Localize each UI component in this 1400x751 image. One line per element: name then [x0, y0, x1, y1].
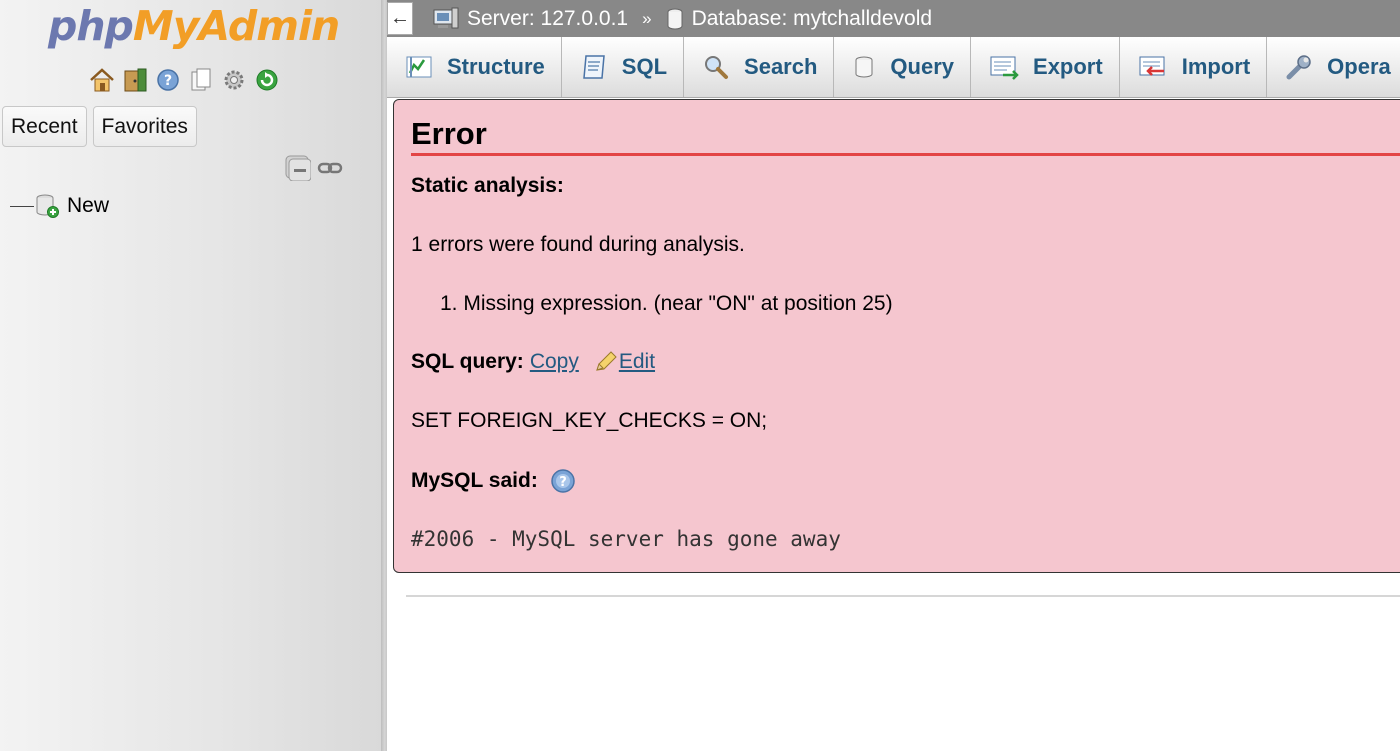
svg-text:?: ?: [559, 475, 567, 490]
tree-item-new-label: New: [67, 194, 110, 217]
sql-query-row: SQL query: Copy Edit: [411, 350, 655, 374]
export-icon: [990, 56, 1019, 80]
tab-search[interactable]: Search: [684, 37, 835, 97]
collapse-all-icon[interactable]: [285, 155, 312, 186]
nav-resize-handle[interactable]: [381, 0, 387, 751]
sql-query-text: SET FOREIGN_KEY_CHECKS = ON;: [411, 409, 768, 432]
logo-my-text: My: [132, 2, 200, 50]
svg-text:?: ?: [164, 73, 172, 89]
back-button[interactable]: ←: [387, 2, 413, 35]
query-icon: [855, 56, 873, 78]
edit-link[interactable]: Edit: [593, 350, 655, 374]
logo-admin-text: Admin: [198, 2, 340, 50]
server-icon: [433, 7, 459, 31]
import-icon: [1139, 56, 1165, 76]
nav-icon-bar: ?: [88, 66, 281, 94]
tab-structure[interactable]: Structure: [387, 37, 562, 97]
link-with-main-icon[interactable]: [317, 159, 343, 182]
tab-sql[interactable]: SQL: [562, 37, 685, 97]
breadcrumb-server[interactable]: Server: 127.0.0.1: [433, 7, 628, 31]
tab-search-label: Search: [744, 54, 818, 79]
database-icon: [666, 7, 684, 31]
mysql-said-label: MySQL said:: [411, 469, 538, 492]
mysql-error-message: #2006 - MySQL server has gone away: [411, 527, 841, 551]
tab-query-label: Query: [890, 54, 955, 79]
logo-php-text: php: [48, 2, 134, 50]
home-icon[interactable]: [88, 66, 116, 94]
structure-icon: [406, 56, 432, 78]
search-icon: [705, 56, 729, 79]
error-title: Error: [411, 116, 487, 151]
documentation-help-icon[interactable]: ?: [550, 468, 576, 494]
breadcrumb-bar: ← Server: 127.0.0.1 » Database: mytchall…: [387, 0, 1400, 37]
mysql-said-row: MySQL said: ?: [411, 468, 576, 494]
pencil-icon: [596, 351, 617, 371]
new-database-icon: [35, 193, 59, 219]
settings-icon[interactable]: [220, 66, 248, 94]
exit-icon[interactable]: [121, 66, 149, 94]
tab-import-label: Import: [1181, 54, 1251, 79]
main-tab-menu: Structure SQL Search Query Export Import…: [387, 37, 1400, 98]
error-message-box: Error Static analysis: 1 errors were fou…: [393, 99, 1400, 573]
tree-tools: [285, 155, 343, 186]
content-divider: [406, 595, 1400, 597]
help-icon[interactable]: ?: [154, 66, 182, 94]
static-analysis-label: Static analysis:: [411, 174, 564, 197]
tab-operations[interactable]: Opera: [1267, 37, 1400, 97]
sql-query-label: SQL query:: [411, 350, 524, 373]
operations-icon: [1286, 55, 1311, 80]
phpmyadmin-logo[interactable]: phpMyAdmin: [48, 6, 340, 47]
tree-item-new[interactable]: New: [10, 193, 109, 219]
navigation-panel: phpMyAdmin ? Recent Favorites New: [0, 0, 381, 751]
reload-icon[interactable]: [253, 66, 281, 94]
tab-export[interactable]: Export: [971, 37, 1120, 97]
recent-tab[interactable]: Recent: [2, 106, 87, 147]
analysis-summary: 1 errors were found during analysis.: [411, 233, 745, 256]
tab-sql-label: SQL: [621, 54, 668, 79]
breadcrumb-database-label: Database: mytchalldevold: [691, 6, 933, 30]
nav-tabs: Recent Favorites: [2, 106, 197, 147]
tree-connector: [10, 205, 34, 207]
favorites-tab[interactable]: Favorites: [92, 106, 197, 147]
tab-export-label: Export: [1033, 54, 1103, 79]
tab-query[interactable]: Query: [834, 37, 972, 97]
tab-operations-label: Opera: [1327, 54, 1391, 79]
tab-import[interactable]: Import: [1120, 37, 1268, 97]
sql-icon: [582, 55, 605, 79]
error-title-rule: [411, 153, 1400, 156]
docs-icon[interactable]: [187, 66, 215, 94]
copy-link[interactable]: Copy: [530, 350, 579, 374]
breadcrumb-separator: »: [642, 8, 652, 28]
edit-link-label: Edit: [618, 350, 656, 373]
breadcrumb-server-label: Server: 127.0.0.1: [467, 6, 629, 30]
breadcrumb-database[interactable]: Database: mytchalldevold: [666, 7, 932, 31]
tab-structure-label: Structure: [447, 54, 545, 79]
analysis-error-item: 1. Missing expression. (near "ON" at pos…: [440, 292, 893, 315]
